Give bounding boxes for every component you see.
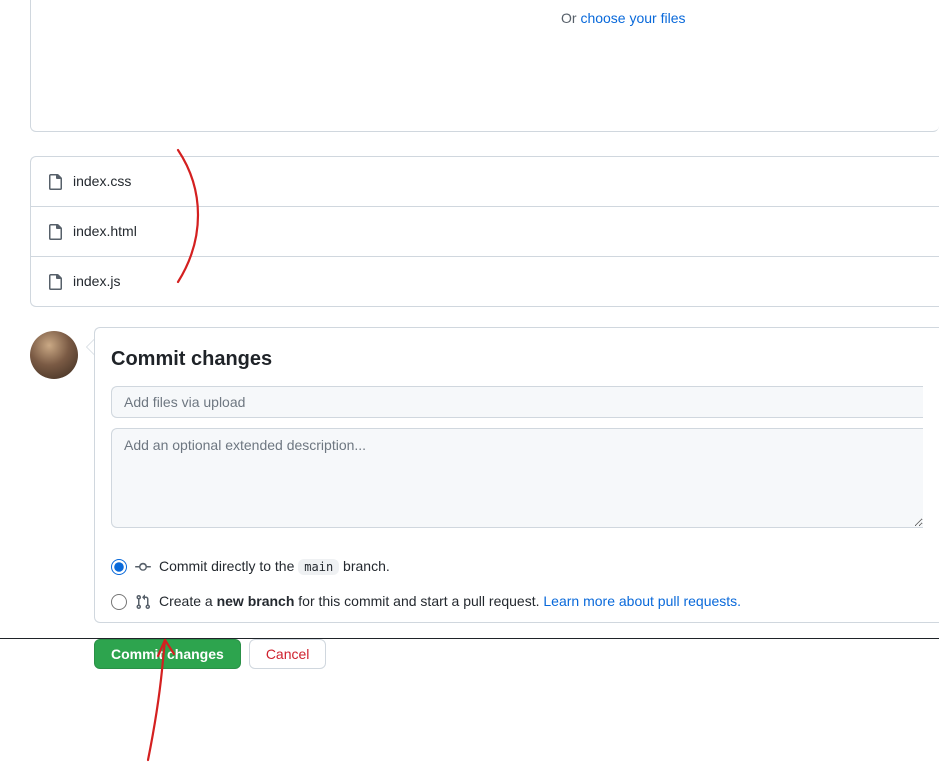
- speech-notch: [86, 339, 94, 355]
- git-commit-icon: [135, 559, 151, 575]
- commit-section: Commit changes Commit directly to the ma…: [30, 327, 939, 685]
- git-pull-request-icon: [135, 594, 151, 610]
- file-row: index.css: [31, 157, 939, 207]
- file-icon: [47, 274, 63, 290]
- file-name-label: index.js: [73, 271, 120, 292]
- commit-button-row: Commit changes Cancel: [94, 623, 939, 685]
- radio-direct-label: Commit directly to the main branch.: [159, 556, 390, 577]
- file-name-label: index.html: [73, 221, 137, 242]
- divider-line: [0, 638, 939, 639]
- radio-commit-direct-input[interactable]: [111, 559, 127, 575]
- commit-radio-group: Commit directly to the main branch. Crea…: [111, 552, 923, 616]
- uploaded-file-list: index.css index.html index.js: [30, 156, 939, 307]
- choose-files-link[interactable]: choose your files: [580, 10, 685, 26]
- file-icon: [47, 174, 63, 190]
- file-row: index.html: [31, 207, 939, 257]
- file-drop-area[interactable]: Or choose your files: [30, 0, 939, 132]
- learn-more-link[interactable]: Learn more about pull requests.: [543, 593, 741, 609]
- commit-description-input[interactable]: [111, 428, 923, 528]
- file-name-label: index.css: [73, 171, 131, 192]
- commit-summary-input[interactable]: [111, 386, 923, 418]
- avatar[interactable]: [30, 331, 78, 379]
- radio-new-branch-input[interactable]: [111, 594, 127, 610]
- file-row: index.js: [31, 257, 939, 306]
- radio-commit-direct[interactable]: Commit directly to the main branch.: [111, 552, 923, 581]
- drop-or-text: Or: [561, 10, 580, 26]
- radio-new-branch-label: Create a new branch for this commit and …: [159, 591, 741, 612]
- file-icon: [47, 224, 63, 240]
- cancel-button[interactable]: Cancel: [249, 639, 327, 669]
- branch-name-chip: main: [298, 559, 339, 575]
- radio-new-branch[interactable]: Create a new branch for this commit and …: [111, 587, 923, 616]
- commit-heading: Commit changes: [111, 344, 923, 374]
- commit-changes-button[interactable]: Commit changes: [94, 639, 241, 669]
